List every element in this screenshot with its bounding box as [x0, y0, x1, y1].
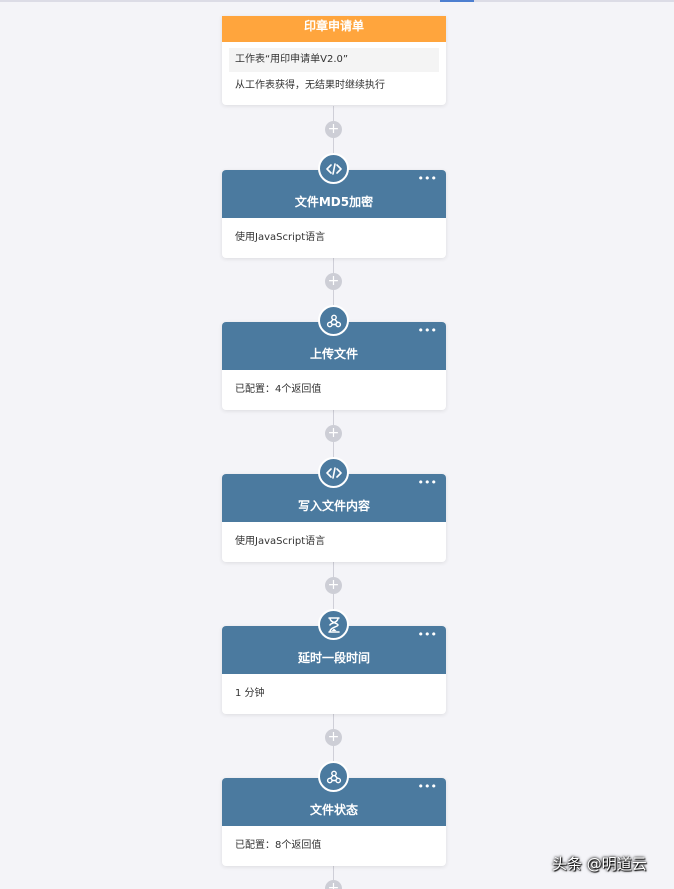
more-options-button[interactable]: •••	[418, 324, 437, 337]
node-body: 1 分钟	[235, 688, 265, 699]
webhook-icon	[318, 761, 349, 792]
add-node-button[interactable]: +	[325, 729, 342, 746]
add-node-button[interactable]: +	[325, 577, 342, 594]
node-title: 文件MD5加密	[294, 195, 374, 209]
more-options-button[interactable]: •••	[418, 780, 437, 793]
webhook-icon	[318, 305, 349, 336]
trigger-sheet-label: 工作表“用印申请单V2.0”	[229, 48, 439, 72]
more-options-button[interactable]: •••	[418, 476, 437, 489]
watermark: 头条 @明道云	[552, 855, 647, 873]
node-body: 使用JavaScript语言	[235, 536, 326, 547]
top-border	[0, 0, 674, 2]
node-title: 文件状态	[309, 803, 358, 817]
trigger-description: 从工作表获得，无结果时继续执行	[235, 80, 385, 91]
node-title: 上传文件	[309, 347, 358, 361]
trigger-title: 印章申请单	[303, 19, 364, 33]
node-body: 已配置：8个返回值	[235, 840, 322, 851]
trigger-card-header: 印章申请单	[222, 16, 446, 42]
code-icon	[318, 457, 349, 488]
code-icon	[318, 153, 349, 184]
more-options-button[interactable]: •••	[418, 628, 437, 641]
more-options-button[interactable]: •••	[418, 172, 437, 185]
node-title: 写入文件内容	[297, 499, 370, 513]
add-node-button[interactable]: +	[325, 121, 342, 138]
active-tab-indicator[interactable]	[440, 0, 474, 2]
add-node-button[interactable]: +	[325, 880, 342, 889]
node-body: 使用JavaScript语言	[235, 232, 326, 243]
node-body: 已配置：4个返回值	[235, 384, 322, 395]
hourglass-icon	[318, 609, 349, 640]
node-title: 延时一段时间	[297, 651, 370, 665]
add-node-button[interactable]: +	[325, 425, 342, 442]
trigger-card[interactable]: 印章申请单 工作表“用印申请单V2.0” 从工作表获得，无结果时继续执行	[222, 16, 446, 105]
add-node-button[interactable]: +	[325, 273, 342, 290]
